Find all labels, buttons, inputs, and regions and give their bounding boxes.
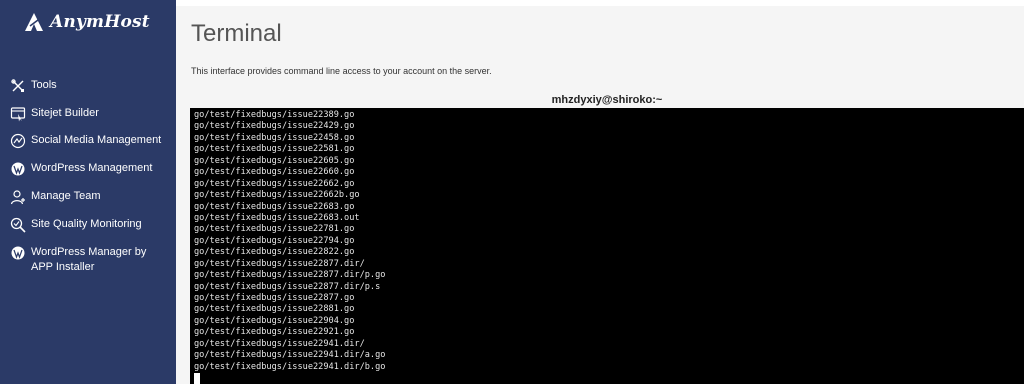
page-description: This interface provides command line acc… bbox=[191, 66, 492, 76]
terminal-window[interactable]: go/test/fixedbugs/issue22389.go go/test/f… bbox=[190, 108, 1024, 384]
terminal-line: go/test/fixedbugs/issue22581.go bbox=[194, 144, 355, 155]
sidebar-item-site-quality[interactable]: Site Quality Monitoring bbox=[0, 215, 176, 235]
terminal-line: go/test/fixedbugs/issue22877.dir/ bbox=[194, 258, 365, 269]
sidebar-item-label: WordPress Manager by APP Installer bbox=[31, 246, 147, 273]
wordpress-icon bbox=[11, 162, 25, 176]
page: AnymHost Tools Sitejet Builder Social Me… bbox=[0, 0, 1024, 384]
social-media-icon bbox=[10, 133, 26, 149]
terminal-cursor bbox=[194, 373, 200, 384]
terminal-line: go/test/fixedbugs/issue22660.go bbox=[194, 167, 355, 178]
terminal-line: go/test/fixedbugs/issue22941.dir/a.go bbox=[194, 350, 386, 361]
terminal-line: go/test/fixedbugs/issue22683.out bbox=[194, 212, 360, 223]
sidebar-item-manage-team[interactable]: Manage Team bbox=[0, 187, 176, 207]
logo-mark-icon bbox=[25, 13, 43, 31]
terminal-line: go/test/fixedbugs/issue22662.go bbox=[194, 178, 355, 189]
terminal-line: go/test/fixedbugs/issue22877.dir/p.go bbox=[194, 270, 386, 281]
sidebar-item-tools[interactable]: Tools bbox=[0, 76, 176, 96]
terminal-line: go/test/fixedbugs/issue22881.go bbox=[194, 304, 355, 315]
sidebar-nav: Tools Sitejet Builder Social Media Manag… bbox=[0, 74, 176, 277]
sidebar-item-wordpress-management[interactable]: WordPress Management bbox=[0, 159, 176, 179]
sidebar-item-label: Site Quality Monitoring bbox=[31, 218, 142, 230]
terminal-line: go/test/fixedbugs/issue22904.go bbox=[194, 315, 355, 326]
terminal-header: mhzdyxiy@shiroko:~ bbox=[551, 94, 663, 106]
terminal-line: go/test/fixedbugs/issue22429.go bbox=[194, 121, 355, 132]
terminal-line: go/test/fixedbugs/issue22941.dir/ bbox=[194, 338, 365, 349]
main-content: Terminal This interface provides command… bbox=[176, 0, 1024, 384]
terminal-line: go/test/fixedbugs/issue22605.go bbox=[194, 155, 355, 166]
top-bar bbox=[176, 0, 1024, 6]
logo-text: AnymHost bbox=[50, 12, 150, 32]
sidebar-item-sitejet-builder[interactable]: Sitejet Builder bbox=[0, 104, 176, 124]
page-title: Terminal bbox=[191, 20, 282, 47]
sidebar-item-label: Manage Team bbox=[31, 190, 101, 202]
terminal-line: go/test/fixedbugs/issue22794.go bbox=[194, 235, 355, 246]
terminal-line: go/test/fixedbugs/issue22683.go bbox=[194, 201, 355, 212]
terminal-line: go/test/fixedbugs/issue22877.dir/p.s bbox=[194, 281, 381, 292]
terminal-line: go/test/fixedbugs/issue22781.go bbox=[194, 224, 355, 235]
sidebar-item-social-media[interactable]: Social Media Management bbox=[0, 131, 176, 151]
terminal-line: go/test/fixedbugs/issue22877.go bbox=[194, 293, 355, 303]
sidebar-item-label: Tools bbox=[31, 79, 57, 91]
sidebar-item-label: WordPress Management bbox=[31, 162, 153, 174]
terminal-line: go/test/fixedbugs/issue22389.go bbox=[194, 110, 355, 120]
manage-team-icon bbox=[10, 190, 25, 205]
sidebar-item-label: Sitejet Builder bbox=[31, 107, 99, 119]
terminal-line: go/test/fixedbugs/issue22921.go bbox=[194, 327, 355, 338]
sidebar-item-wordpress-manager-app-installer[interactable]: WordPress Manager by APP Installer bbox=[0, 243, 176, 277]
terminal-line: go/test/fixedbugs/issue22458.go bbox=[194, 132, 355, 143]
terminal-line: go/test/fixedbugs/issue22941.dir/b.go bbox=[194, 361, 386, 372]
terminal-line: go/test/fixedbugs/issue22662b.go bbox=[194, 190, 360, 201]
wordpress-icon bbox=[11, 246, 25, 260]
terminal-line: go/test/fixedbugs/issue22822.go bbox=[194, 247, 355, 258]
sitejet-icon bbox=[10, 107, 26, 122]
site-quality-icon bbox=[10, 217, 26, 233]
sidebar-item-label: Social Media Management bbox=[31, 134, 162, 146]
logo[interactable]: AnymHost bbox=[24, 10, 150, 34]
terminal-output: go/test/fixedbugs/issue22389.go go/test/f… bbox=[194, 110, 385, 373]
sidebar: AnymHost Tools Sitejet Builder Social Me… bbox=[0, 0, 176, 384]
tools-icon bbox=[11, 79, 24, 92]
